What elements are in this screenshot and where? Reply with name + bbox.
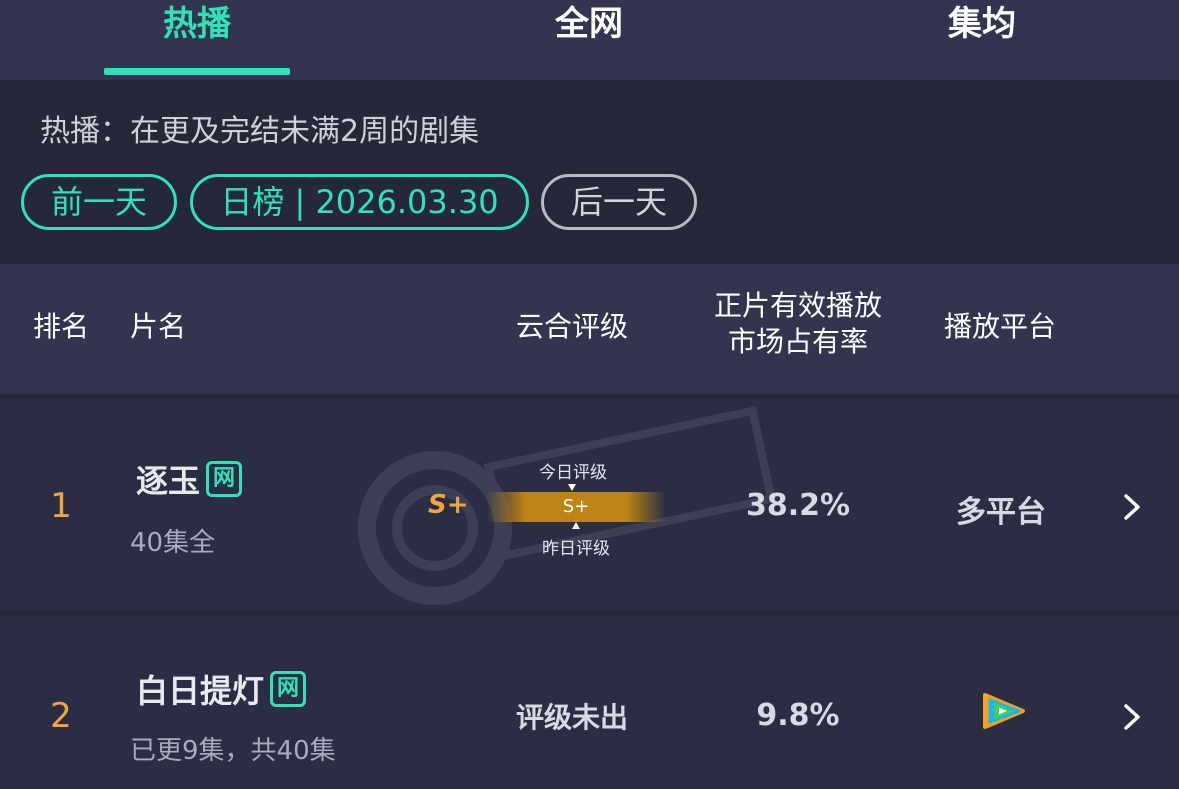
info-bar: 热播：在更及完结未满2周的剧集 前一天 日榜 | 2026.03.30 后一天 xyxy=(0,80,1179,264)
next-day-button[interactable]: 后一天 xyxy=(541,174,697,230)
chevron-right-icon[interactable] xyxy=(1120,702,1144,732)
tencent-video-icon xyxy=(983,693,1025,729)
date-selector-button[interactable]: 日榜 | 2026.03.30 xyxy=(190,174,529,230)
rating-bar: S+ xyxy=(486,492,666,522)
list-description: 热播：在更及完结未满2周的剧集 xyxy=(40,114,480,149)
network-drama-badge: 网 xyxy=(206,461,243,497)
network-drama-badge: 网 xyxy=(270,671,307,707)
episode-count: 40集全 xyxy=(130,528,216,558)
market-share-value: 38.2% xyxy=(745,488,851,523)
tab-all-network[interactable]: 全网 xyxy=(439,0,739,80)
show-title: 白日提灯 网 xyxy=(136,666,307,712)
header-rank: 排名 xyxy=(33,310,90,343)
yesterday-rating-label: 昨日评级 xyxy=(542,539,610,559)
chevron-right-icon[interactable] xyxy=(1120,492,1144,522)
rating-grade: S+ xyxy=(428,490,469,520)
tab-bar: 热播 全网 集均 xyxy=(0,0,1179,80)
yesterday-marker-icon xyxy=(572,522,580,529)
today-marker-icon xyxy=(568,484,576,491)
today-rating-label: 今日评级 xyxy=(539,463,607,483)
rank-number: 1 xyxy=(50,486,72,526)
table-row[interactable]: 1 逐玉 网 40集全 S+ 今日评级 S+ 昨日评级 38.2% 多平台 xyxy=(0,398,1179,610)
header-title: 片名 xyxy=(130,310,187,343)
tab-per-episode[interactable]: 集均 xyxy=(832,0,1132,80)
active-tab-indicator xyxy=(104,68,290,75)
rating-status: 评级未出 xyxy=(516,701,629,734)
show-title-text: 逐玉 xyxy=(136,462,201,500)
rating-bar-value: S+ xyxy=(562,496,590,517)
prev-day-button[interactable]: 前一天 xyxy=(21,174,177,230)
platform-text: 多平台 xyxy=(956,495,1046,530)
rank-number: 2 xyxy=(50,696,72,736)
header-rating: 云合评级 xyxy=(516,310,629,343)
header-market-share: 正片有效播放 市场占有率 xyxy=(700,288,896,360)
market-share-value: 9.8% xyxy=(756,698,840,733)
header-market-share-line1: 正片有效播放 xyxy=(713,289,882,322)
episode-count: 已更9集，共40集 xyxy=(130,736,336,766)
table-header: 排名 片名 云合评级 正片有效播放 市场占有率 播放平台 xyxy=(0,264,1179,394)
table-row[interactable]: 2 白日提灯 网 已更9集，共40集 评级未出 9.8% xyxy=(0,616,1179,789)
header-platform: 播放平台 xyxy=(944,310,1057,343)
show-title-text: 白日提灯 xyxy=(136,672,265,710)
header-market-share-line2: 市场占有率 xyxy=(727,325,868,358)
show-title: 逐玉 网 xyxy=(136,456,243,502)
